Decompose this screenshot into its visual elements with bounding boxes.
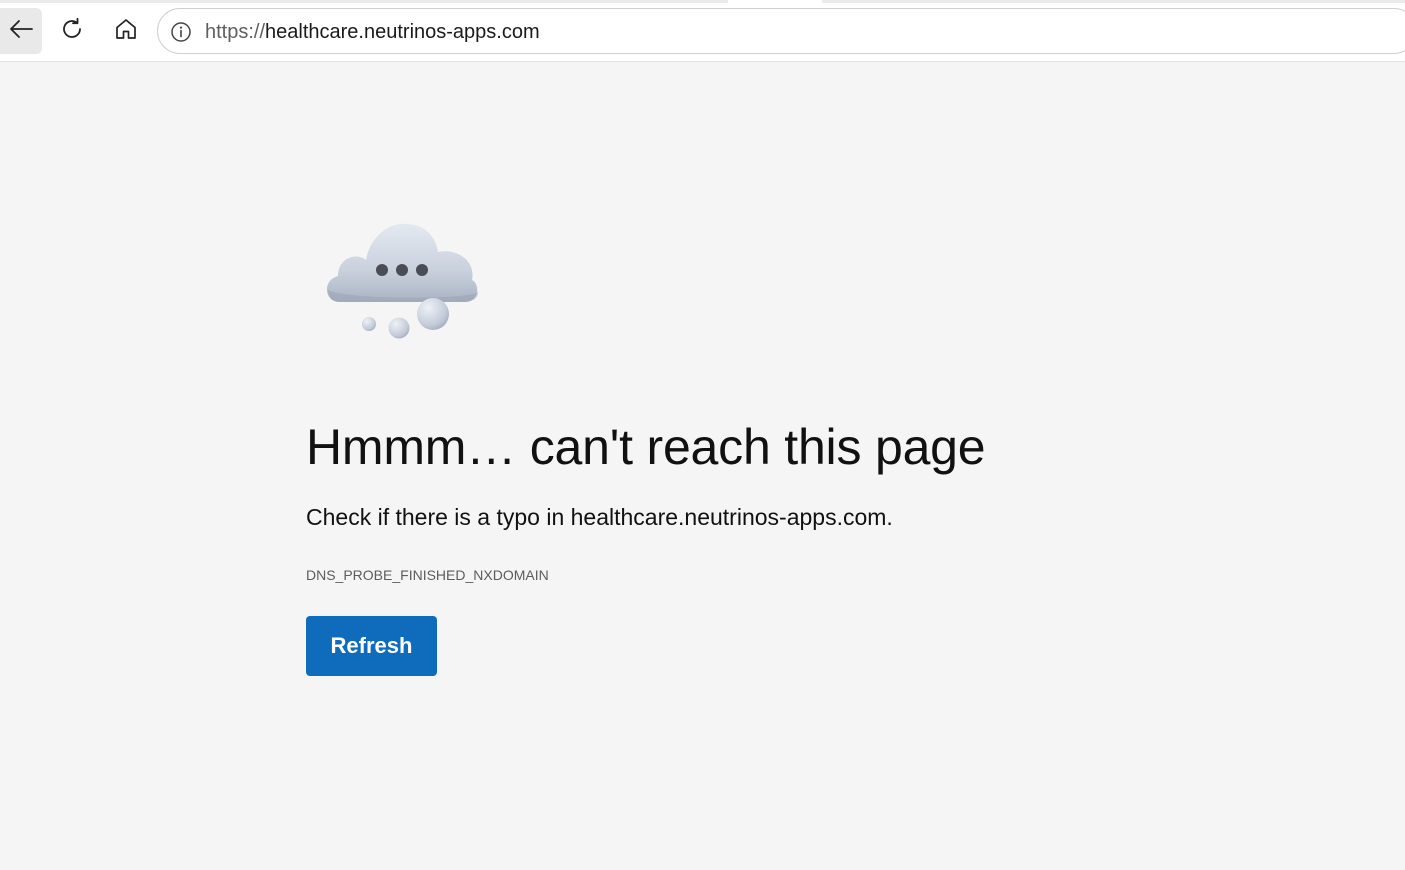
info-icon[interactable] [170,21,192,43]
reload-icon [60,17,84,46]
back-arrow-icon [8,18,34,45]
address-bar[interactable]: https://healthcare.neutrinos-apps.com [157,8,1405,54]
tab-strip-edge [0,0,1405,3]
error-code: DNS_PROBE_FINISHED_NXDOMAIN [306,567,549,583]
error-description: Check if there is a typo in healthcare.n… [306,504,893,530]
back-button[interactable] [0,8,42,54]
url-text[interactable]: https://healthcare.neutrinos-apps.com [205,21,540,43]
error-page: Hmmm… can't reach this page Check if the… [0,62,1405,870]
url-host: healthcare.neutrinos-apps.com [265,21,540,43]
browser-toolbar: https://healthcare.neutrinos-apps.com [0,0,1405,62]
page-title: Hmmm… can't reach this page [306,419,986,475]
cloud-thinking-icon [318,214,488,344]
reload-button[interactable] [51,8,93,54]
refresh-button[interactable]: Refresh [306,616,437,676]
url-scheme: https:// [205,21,266,43]
home-button[interactable] [105,8,147,54]
home-icon [114,17,138,46]
